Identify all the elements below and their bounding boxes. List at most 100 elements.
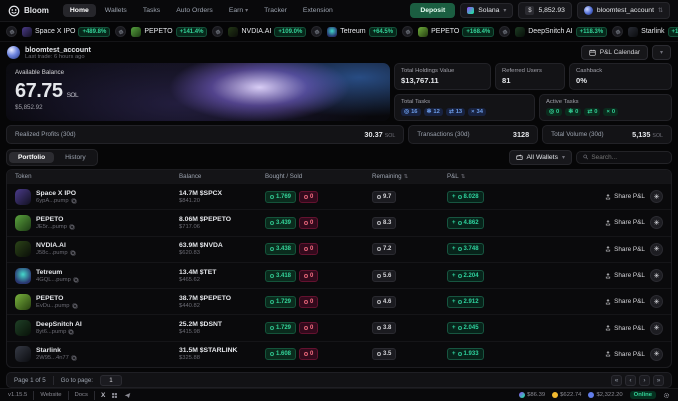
- copy-icon[interactable]: [73, 277, 79, 283]
- share-image-button[interactable]: ✳: [650, 269, 663, 283]
- share-icon: [605, 220, 611, 226]
- table-row[interactable]: PEPETO EvDu...pump 38.7M $PEPETO $440.82 …: [7, 288, 671, 314]
- share-image-button[interactable]: ✳: [650, 321, 663, 335]
- wallets-filter-dropdown[interactable]: All Wallets ▾: [508, 149, 572, 165]
- nav-item-earn[interactable]: Earn ▾: [222, 4, 255, 17]
- token-balance-usd: $841.20: [179, 197, 200, 204]
- col-remaining[interactable]: Remaining ⇅: [372, 173, 447, 180]
- account-selector[interactable]: bloomtest_account ⇅: [576, 2, 670, 19]
- nav-item-tasks[interactable]: Tasks: [136, 4, 167, 17]
- chain-selector[interactable]: Solana ▾: [460, 3, 514, 18]
- arrows-icon: ⇄: [587, 109, 593, 115]
- active-tasks-badge: ⇄ 0: [584, 108, 601, 116]
- ticker-item[interactable]: PEPETO +168.4%: [418, 26, 495, 37]
- copy-icon[interactable]: [68, 329, 74, 335]
- share-image-button[interactable]: ✳: [650, 295, 663, 309]
- token-name: Space X IPO: [36, 189, 77, 197]
- token-name: DeepSnitch AI: [36, 321, 82, 329]
- copy-icon[interactable]: [72, 303, 78, 309]
- ticker-item[interactable]: DeepSnitch AI +118.3%: [515, 26, 608, 37]
- token-avatar: [22, 26, 32, 37]
- sold-badge: 0: [299, 295, 319, 308]
- nav-item-auto-orders[interactable]: Auto Orders: [169, 4, 220, 17]
- nav-item-tracker[interactable]: Tracker: [257, 4, 294, 17]
- sold-badge: 0: [299, 269, 319, 282]
- nav-item-home[interactable]: Home: [62, 4, 96, 17]
- table-row[interactable]: Space X IPO 6ypA...pump 14.7M $SPCX $841.…: [7, 183, 671, 209]
- docs-link[interactable]: Docs: [75, 392, 88, 398]
- last-page-button[interactable]: »: [653, 374, 664, 386]
- share-image-button[interactable]: ✳: [650, 190, 663, 204]
- ticker-token-name: DeepSnitch AI: [528, 28, 573, 35]
- ticker-item[interactable]: NVDIA.AI +109.0%: [228, 26, 307, 37]
- total-volume-value: 5,135: [632, 130, 651, 139]
- website-link[interactable]: Website: [40, 392, 61, 398]
- ticker-item[interactable]: Tetreum +64.5%: [327, 26, 398, 37]
- share-image-button[interactable]: ✳: [650, 347, 663, 361]
- quick-buy-button[interactable]: [212, 26, 224, 37]
- share-pnl-button[interactable]: Share P&L: [605, 298, 645, 305]
- tab-portfolio[interactable]: Portfolio: [9, 151, 55, 163]
- nav-item-extension[interactable]: Extension: [296, 4, 340, 17]
- share-pnl-button[interactable]: Share P&L: [605, 193, 645, 200]
- coin-icon: [377, 220, 381, 225]
- tab-history[interactable]: History: [56, 152, 95, 163]
- total-tasks-card: Total Tasks ◎ 16 ✻ 12 ⇄ 13 × 34: [394, 94, 535, 121]
- gear-icon[interactable]: [663, 392, 670, 399]
- account-selector-name: bloomtest_account: [596, 7, 654, 14]
- chevron-down-icon: ▾: [659, 50, 663, 56]
- token-name: NVDIA.AI: [36, 242, 66, 250]
- gear-icon: ✻: [426, 109, 432, 115]
- x-social-icon[interactable]: X: [101, 392, 105, 399]
- copy-icon[interactable]: [69, 224, 75, 230]
- cashback-card: Cashback 0%: [569, 63, 672, 90]
- quick-buy-button[interactable]: [311, 26, 323, 37]
- share-pnl-button[interactable]: Share P&L: [605, 219, 645, 226]
- share-image-button[interactable]: ✳: [650, 242, 663, 256]
- share-pnl-button[interactable]: Share P&L: [605, 246, 645, 253]
- sol-icon: [519, 392, 526, 398]
- first-page-button[interactable]: «: [611, 374, 622, 386]
- card-value: $13,767.11: [401, 76, 439, 85]
- transactions-card: Transactions (30d) 3128: [408, 125, 539, 144]
- search-input[interactable]: [591, 153, 665, 161]
- ticker-settings-button[interactable]: [6, 26, 17, 37]
- col-pnl[interactable]: P&L ⇅: [447, 173, 537, 180]
- quick-buy-button[interactable]: [499, 26, 511, 37]
- wallet-balance-chip[interactable]: $ 5,852.93: [518, 2, 572, 19]
- table-row[interactable]: Starlink 2W95...4n77 31.5M $STARLINK $325…: [7, 340, 671, 367]
- quick-buy-button[interactable]: [115, 26, 127, 37]
- copy-icon[interactable]: [71, 355, 77, 361]
- token-avatar: [15, 346, 31, 363]
- brand-logo[interactable]: Bloom: [8, 5, 49, 17]
- ticker-item[interactable]: Space X IPO +489.8%: [22, 26, 111, 37]
- deposit-button[interactable]: Deposit: [410, 3, 456, 18]
- prev-page-button[interactable]: ‹: [625, 374, 636, 386]
- token-address: JE5r...pump: [36, 223, 67, 230]
- next-page-button[interactable]: ›: [639, 374, 650, 386]
- quick-buy-button[interactable]: [612, 26, 624, 37]
- table-row[interactable]: DeepSnitch AI 8yt6...pump 25.2M $DSNT $41…: [7, 314, 671, 340]
- quick-buy-button[interactable]: [402, 26, 414, 37]
- share-pnl-button[interactable]: Share P&L: [605, 272, 645, 279]
- copy-icon[interactable]: [71, 198, 77, 204]
- table-row[interactable]: NVDIA.AI J58c...pump 63.9M $NVDA $620.83 …: [7, 235, 671, 262]
- grid-icon[interactable]: [111, 392, 118, 399]
- sparkle-icon: ✳: [653, 351, 660, 359]
- share-pnl-button[interactable]: Share P&L: [605, 325, 645, 332]
- table-row[interactable]: Tetreum 4GQL...pump 13.4M $TET $465.62 3.…: [7, 261, 671, 288]
- share-icon: [605, 299, 611, 305]
- nav-item-wallets[interactable]: Wallets: [98, 4, 134, 17]
- ticker-item[interactable]: Starlink +120.2%: [628, 26, 678, 37]
- telegram-icon[interactable]: [124, 392, 131, 399]
- search-box[interactable]: [576, 150, 672, 164]
- goto-page-input[interactable]: [100, 374, 122, 386]
- pnl-calendar-expand-button[interactable]: ▾: [651, 45, 671, 60]
- ticker-item[interactable]: PEPETO +141.4%: [131, 26, 208, 37]
- pnl-calendar-button[interactable]: P&L Calendar: [580, 45, 648, 60]
- share-image-button[interactable]: ✳: [650, 216, 663, 230]
- active-tasks-badge: × 0: [603, 108, 619, 116]
- copy-icon[interactable]: [70, 250, 76, 256]
- table-row[interactable]: PEPETO JE5r...pump 8.06M $PEPETO $717.06 …: [7, 209, 671, 235]
- share-pnl-button[interactable]: Share P&L: [605, 351, 645, 358]
